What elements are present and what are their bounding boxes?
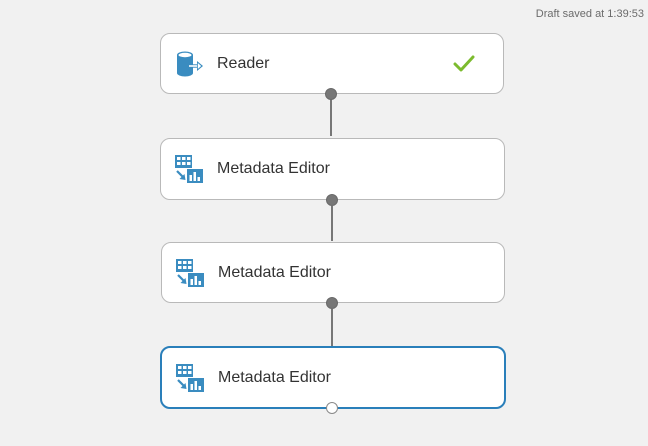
module-reader[interactable]: Reader <box>160 33 504 94</box>
reader-icon <box>173 48 205 80</box>
output-port[interactable] <box>325 88 337 100</box>
output-port[interactable] <box>326 297 338 309</box>
output-port-unconnected[interactable] <box>326 402 338 414</box>
metadata-editor-icon <box>173 153 205 185</box>
module-label: Metadata Editor <box>217 160 330 177</box>
metadata-editor-icon <box>174 362 206 394</box>
metadata-editor-icon <box>174 257 206 289</box>
module-label: Reader <box>217 54 270 72</box>
experiment-canvas[interactable]: Draft saved at 1:39:53 Reader Metadata E… <box>0 0 648 446</box>
completed-check-icon <box>453 55 475 73</box>
module-label: Metadata Editor <box>218 368 331 386</box>
module-metadata-editor-selected[interactable]: Metadata Editor <box>160 346 506 409</box>
module-label: Metadata Editor <box>218 263 331 281</box>
output-port[interactable] <box>326 194 338 206</box>
module-metadata-editor[interactable]: Metadata Editor <box>160 138 505 200</box>
module-metadata-editor[interactable]: Metadata Editor <box>161 242 505 303</box>
